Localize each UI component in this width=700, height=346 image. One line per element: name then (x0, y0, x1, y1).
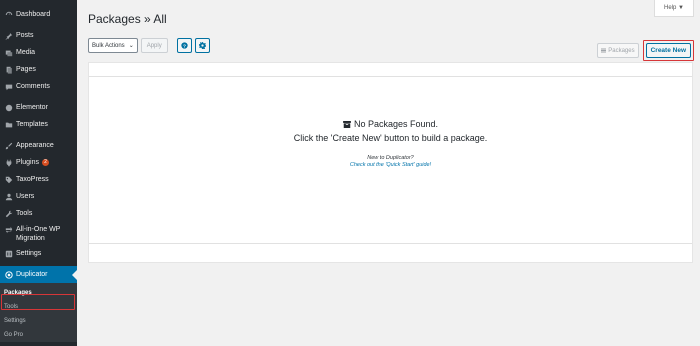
settings-button[interactable] (194, 38, 210, 53)
sidebar-item-label: Media (16, 49, 36, 56)
sidebar-item-media[interactable]: Media (0, 44, 77, 61)
apply-button[interactable]: Apply (140, 38, 168, 53)
toolbar: Bulk Actions ⌄ Apply ? (88, 38, 210, 53)
sidebar-item-templates[interactable]: Templates (0, 116, 77, 133)
sidebar-item-label: Elementor (16, 104, 48, 111)
sidebar-item-label: Comments (16, 83, 50, 90)
packages-highlight-box (1, 294, 75, 310)
svg-text:?: ? (183, 43, 186, 49)
submenu-item-go-pro[interactable]: Go Pro (0, 328, 77, 342)
sidebar-item-label: All-in-One WP Migration (16, 226, 61, 242)
settings-icon (4, 249, 13, 258)
sidebar-item-plugins[interactable]: Plugins 2 (0, 154, 77, 171)
main-content: Help ▼ Packages » All Bulk Actions ⌄ App… (77, 0, 700, 346)
page-title: Packages » All (88, 12, 167, 26)
sidebar-item-label: Settings (16, 250, 42, 257)
tag-icon (4, 175, 13, 184)
sidebar-item-label: Dashboard (16, 11, 51, 18)
empty-state: No Packages Found. Click the 'Create New… (89, 119, 692, 168)
help-button[interactable]: ? (176, 38, 192, 53)
plugin-icon (4, 158, 13, 167)
sidebar-item-settings[interactable]: Settings (0, 245, 77, 262)
sidebar-item-comments[interactable]: Comments (0, 78, 77, 95)
duplicator-icon (4, 270, 13, 279)
pages-icon (4, 65, 13, 74)
duplicator-submenu: Packages Tools Settings Go Pro (0, 283, 77, 342)
empty-title-row: No Packages Found. (89, 119, 692, 129)
chevron-down-icon: ⌄ (128, 43, 134, 49)
create-new-button[interactable]: Create New (645, 43, 691, 58)
pin-icon (4, 31, 13, 40)
brush-icon (4, 141, 13, 150)
bulk-actions-select[interactable]: Bulk Actions ⌄ (88, 38, 138, 53)
header-actions: Packages Create New (597, 40, 694, 61)
list-icon (601, 48, 607, 53)
sidebar-item-dashboard[interactable]: Dashboard (0, 6, 77, 23)
packages-table: No Packages Found. Click the 'Create New… (88, 62, 693, 263)
gear-icon (198, 42, 206, 49)
sidebar-item-duplicator[interactable]: Duplicator (0, 266, 77, 283)
sidebar-item-label: Appearance (16, 142, 54, 149)
comments-icon (4, 82, 13, 91)
bulk-actions-label: Bulk Actions (92, 42, 125, 49)
sidebar-item-label: Templates (16, 121, 48, 128)
empty-instructions: Click the 'Create New' button to build a… (293, 133, 488, 143)
sidebar-item-appearance[interactable]: Appearance (0, 137, 77, 154)
sidebar-item-elementor[interactable]: Elementor (0, 99, 77, 116)
empty-title: No Packages Found. (353, 119, 439, 129)
packages-button[interactable]: Packages (597, 43, 639, 58)
sidebar-item-label: Posts (16, 32, 34, 39)
table-footer (89, 243, 692, 262)
dashboard-icon (4, 10, 13, 19)
quick-start-link[interactable]: Check out the 'Quick Start' guide! (89, 162, 692, 168)
folder-icon (4, 120, 13, 129)
sidebar-item-tools[interactable]: Tools (0, 205, 77, 222)
sidebar-item-label: Duplicator (16, 271, 48, 278)
sidebar-item-taxopress[interactable]: TaxoPress (0, 171, 77, 188)
sidebar-item-posts[interactable]: Posts (0, 27, 77, 44)
users-icon (4, 192, 13, 201)
question-icon: ? (181, 42, 188, 49)
table-header (89, 63, 692, 77)
sidebar-item-label: Tools (16, 210, 33, 217)
sidebar-item-label: Pages (16, 66, 36, 73)
elementor-icon (4, 103, 13, 112)
sidebar-item-users[interactable]: Users (0, 188, 77, 205)
create-new-highlight-box: Create New (642, 40, 694, 61)
media-icon (4, 48, 13, 57)
sidebar-item-pages[interactable]: Pages (0, 61, 77, 78)
sidebar-item-label: Plugins (16, 159, 39, 166)
update-count-badge: 2 (41, 159, 49, 166)
packages-button-label: Packages (608, 47, 635, 54)
migration-icon (4, 225, 13, 234)
submenu-item-settings[interactable]: Settings (0, 314, 77, 328)
archive-icon (343, 120, 351, 128)
sidebar-item-label: Users (16, 193, 35, 200)
sidebar-item-label: TaxoPress (16, 176, 49, 183)
wrench-icon (4, 209, 13, 218)
new-to-duplicator-text: New to Duplicator? (367, 155, 414, 161)
help-tab-button[interactable]: Help ▼ (654, 0, 694, 17)
sidebar-item-all-in-one-wp-migration[interactable]: All-in-One WP Migration (0, 222, 77, 245)
